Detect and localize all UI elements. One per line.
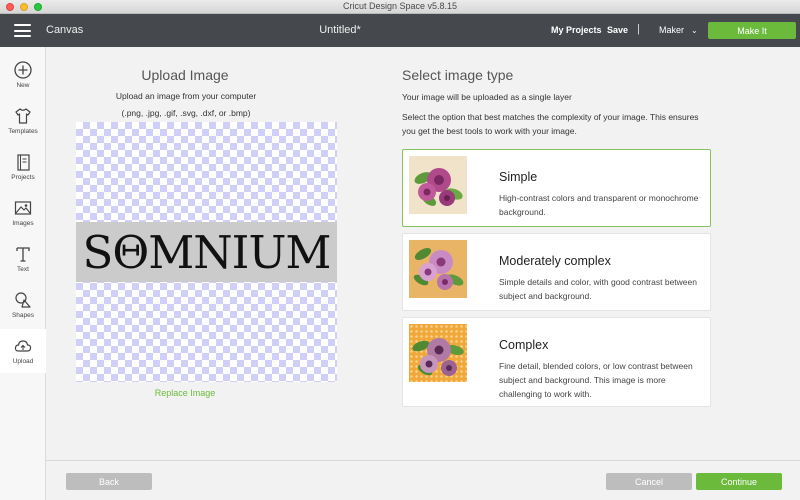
- sidebar-item-images[interactable]: Images: [0, 191, 46, 235]
- window-title-bar: Cricut Design Space v5.8.15: [0, 0, 800, 14]
- sidebar-item-shapes[interactable]: Shapes: [0, 283, 46, 327]
- sidebar-item-label: Projects: [11, 174, 35, 181]
- sidebar-item-label: Templates: [8, 128, 38, 135]
- sidebar-item-label: Text: [17, 266, 29, 273]
- option-title: Moderately complex: [499, 254, 611, 268]
- image-type-complex-option[interactable]: Complex Fine detail, blended colors, or …: [402, 317, 711, 407]
- upload-image-panel: Upload Image Upload an image from your c…: [46, 47, 800, 460]
- image-type-simple-option[interactable]: Simple High-contrast colors and transpar…: [402, 149, 711, 227]
- document-title[interactable]: Untitled*: [270, 24, 410, 36]
- app-name: Canvas: [46, 24, 84, 36]
- upload-formats: (.png, .jpg, .gif, .svg, .dxf, or .bmp): [121, 108, 251, 118]
- select-type-title: Select image type: [402, 67, 514, 83]
- machine-label: Maker: [659, 25, 685, 35]
- upload-title: Upload Image: [141, 67, 229, 83]
- sidebar-item-new[interactable]: New: [0, 53, 46, 97]
- sidebar-item-label: Images: [12, 220, 34, 227]
- machine-selector[interactable]: Maker ⌄: [659, 25, 698, 35]
- chevron-down-icon: ⌄: [691, 26, 698, 35]
- select-type-subtitle: Your image will be uploaded as a single …: [402, 92, 572, 102]
- flower-icon: [414, 168, 463, 206]
- app-header: Canvas Untitled* My Projects Save | Make…: [0, 14, 800, 47]
- image-type-moderately-complex-option[interactable]: Moderately complex Simple details and co…: [402, 233, 711, 311]
- sidebar-item-upload[interactable]: Upload: [0, 329, 46, 373]
- cloud-upload-icon: [14, 340, 32, 352]
- hamburger-menu-icon[interactable]: [14, 24, 31, 37]
- save-link[interactable]: Save: [607, 25, 628, 35]
- flower-thumbnail: [409, 240, 467, 298]
- plus-circle-icon: [14, 61, 32, 79]
- back-button[interactable]: Back: [66, 473, 152, 490]
- preview-image: SΘMNIUM: [76, 222, 337, 282]
- preview-image-text: SΘMNIUM: [82, 226, 332, 279]
- cancel-button[interactable]: Cancel: [606, 473, 692, 490]
- image-icon: [14, 201, 32, 215]
- sidebar-item-label: Shapes: [11, 312, 35, 319]
- select-type-description: Select the option that best matches the …: [402, 112, 699, 136]
- left-sidebar: New Templates Projects Images Text Shape…: [0, 47, 46, 500]
- text-t-icon: [16, 247, 30, 262]
- sidebar-item-label: New: [16, 82, 30, 89]
- header-separator: |: [637, 23, 640, 35]
- option-title: Complex: [499, 338, 549, 352]
- my-projects-link[interactable]: My Projects: [551, 25, 602, 35]
- replace-image-link[interactable]: Replace Image: [130, 388, 240, 398]
- sidebar-item-text[interactable]: Text: [0, 237, 46, 281]
- sidebar-item-label: Upload: [12, 358, 34, 365]
- option-description: Fine detail, blended colors, or low cont…: [499, 361, 693, 399]
- image-preview: SΘMNIUM: [76, 122, 337, 382]
- book-icon: [17, 154, 30, 171]
- flower-icon: [413, 248, 464, 290]
- sidebar-item-projects[interactable]: Projects: [0, 145, 46, 189]
- tshirt-icon: [15, 108, 31, 124]
- option-title: Simple: [499, 170, 538, 184]
- flower-thumbnail: [409, 324, 467, 382]
- option-description: Simple details and color, with good cont…: [499, 277, 697, 301]
- shapes-icon: [15, 292, 31, 308]
- flower-icon: [412, 338, 464, 376]
- footer-bar: Back Cancel Continue: [46, 460, 800, 500]
- make-it-button[interactable]: Make It: [708, 22, 796, 39]
- upload-subtitle: Upload an image from your computer: [115, 91, 257, 101]
- option-description: High-contrast colors and transparent or …: [499, 193, 699, 217]
- continue-button[interactable]: Continue: [696, 473, 782, 490]
- window-title: Cricut Design Space v5.8.15: [342, 1, 458, 11]
- flower-thumbnail: [409, 156, 467, 214]
- sidebar-item-templates[interactable]: Templates: [0, 99, 46, 143]
